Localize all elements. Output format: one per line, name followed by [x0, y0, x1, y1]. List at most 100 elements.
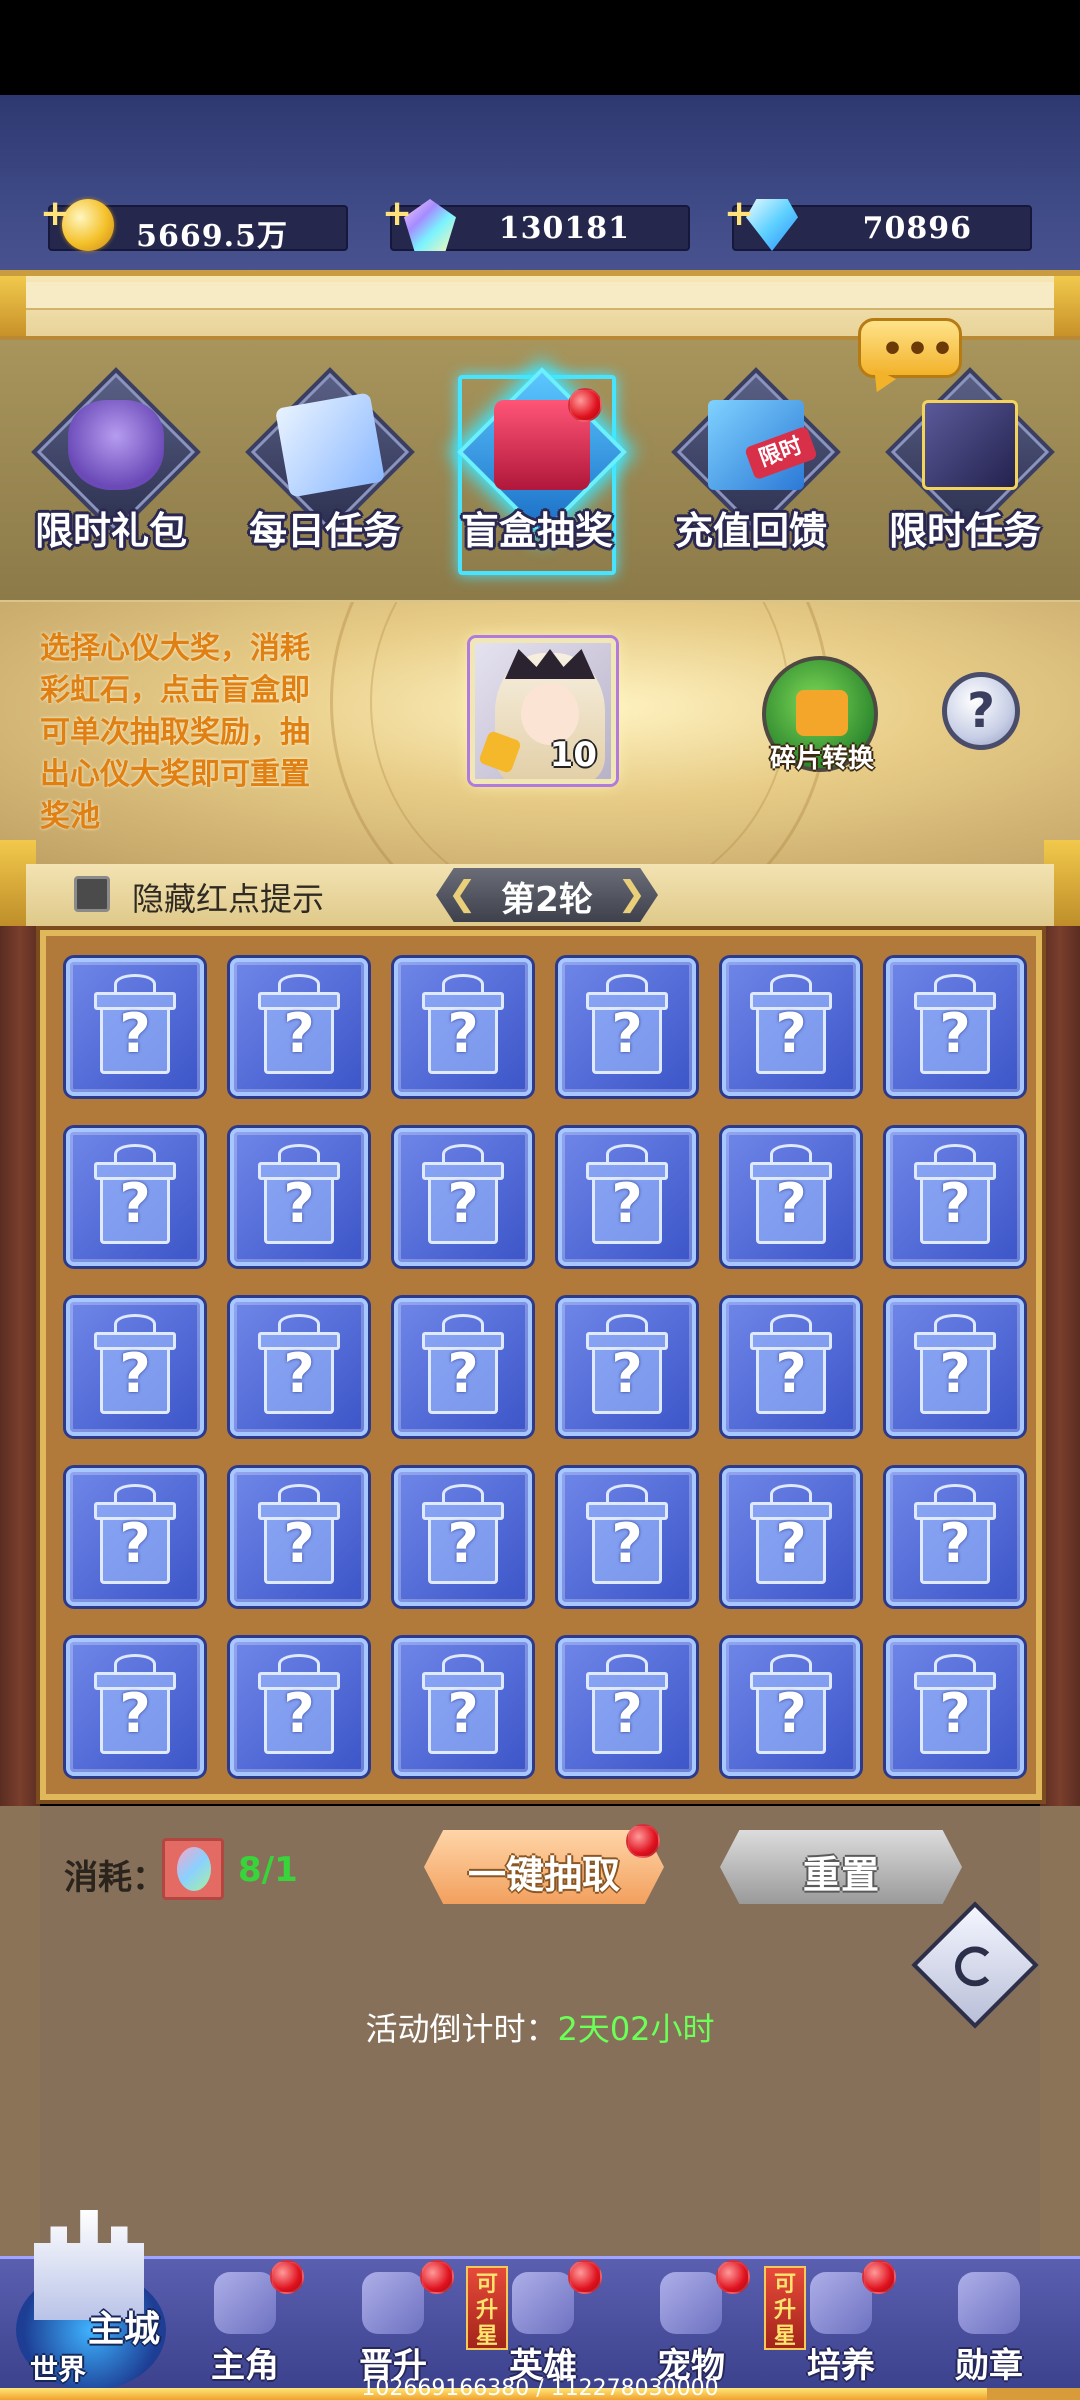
reset-button[interactable]: 重置 — [720, 1830, 962, 1904]
main-city-label: 主城 — [88, 2309, 161, 2350]
tab-daily-task[interactable]: 每日任务 — [230, 367, 420, 570]
hero-icon — [214, 2272, 276, 2334]
prize-count: 10 — [549, 735, 597, 775]
red-dot-icon — [862, 2260, 896, 2294]
tab-blind-box-lottery[interactable]: 盲盒抽奖 — [442, 367, 632, 570]
blind-box-cell[interactable]: ? — [230, 1638, 368, 1776]
gold-amount: 5669.5万 — [136, 219, 288, 254]
gift-bow-icon — [114, 1314, 156, 1334]
money-bag-icon — [68, 400, 164, 490]
question-mark-icon: ? — [283, 1342, 315, 1405]
add-blue-diamond-icon[interactable]: + — [724, 193, 754, 234]
hide-red-dot-label: 隐藏红点提示 — [132, 880, 325, 918]
question-mark-icon: ? — [775, 1342, 807, 1405]
blind-box-cell[interactable]: ? — [394, 1638, 532, 1776]
question-mark-icon: ? — [775, 1172, 807, 1235]
medal-icon — [958, 2272, 1020, 2334]
status-bar — [0, 0, 1080, 95]
red-dot-icon — [716, 2260, 750, 2294]
blind-box-cell[interactable]: ? — [722, 1128, 860, 1266]
currency-rainbow-gem[interactable]: + 130181 — [382, 193, 690, 251]
question-mark-icon: ? — [939, 1512, 971, 1575]
gift-bow-icon — [606, 1654, 648, 1674]
blind-box-cell[interactable]: ? — [394, 958, 532, 1096]
gift-bow-icon — [278, 1144, 320, 1164]
tab-label: 盲盒抽奖 — [460, 509, 613, 553]
blind-box-cell[interactable]: ? — [722, 1638, 860, 1776]
blind-box-cell[interactable]: ? — [886, 1128, 1024, 1266]
chat-dots-icon: ••• — [881, 329, 957, 370]
promotion-icon — [362, 2272, 424, 2334]
tab-limited-pack[interactable]: 限时礼包 — [16, 367, 206, 570]
rules-description: 选择心仪大奖，消耗彩虹石，点击盲盒即可单次抽取奖励，抽出心仪大奖即可重置奖池 — [40, 631, 310, 834]
gift-bow-icon — [278, 1314, 320, 1334]
blind-box-cell[interactable]: ? — [886, 1638, 1024, 1776]
blind-box-cell[interactable]: ? — [558, 1298, 696, 1436]
help-button[interactable]: ? — [942, 672, 1020, 750]
question-mark-icon: ? — [447, 1512, 479, 1575]
blind-box-cell[interactable]: ? — [722, 958, 860, 1096]
gift-bow-icon — [934, 1484, 976, 1504]
blind-box-cell[interactable]: ? — [558, 1468, 696, 1606]
question-mark-icon: ? — [119, 1682, 151, 1745]
grand-prize-card[interactable]: 10 — [470, 638, 616, 784]
add-rainbow-gem-icon[interactable]: + — [382, 193, 412, 234]
blind-box-cell[interactable]: ? — [722, 1298, 860, 1436]
blind-box-cell[interactable]: ? — [558, 1128, 696, 1266]
tab-limited-task[interactable]: 限时任务 — [870, 367, 1060, 570]
gift-bow-icon — [770, 1314, 812, 1334]
currency-blue-diamond[interactable]: + 70896 — [724, 193, 1032, 251]
gift-bow-icon — [442, 1484, 484, 1504]
upgrade-star-tag: 可升星 — [764, 2266, 806, 2350]
tab-label: 限时任务 — [888, 509, 1041, 553]
countdown-label: 活动倒计时： — [365, 2010, 558, 2048]
blind-box-cell[interactable]: ? — [230, 1128, 368, 1266]
hide-red-dot-checkbox[interactable] — [74, 876, 110, 912]
gift-bow-icon — [442, 1144, 484, 1164]
question-mark-icon: ? — [611, 1172, 643, 1235]
blind-box-cell[interactable]: ? — [394, 1128, 532, 1266]
rainbow-gem-amount: 130181 — [498, 211, 630, 246]
currency-gold[interactable]: + 5669.5万 — [40, 193, 348, 254]
blue-diamond-amount: 70896 — [862, 211, 972, 246]
blind-box-cell[interactable]: ? — [886, 1298, 1024, 1436]
blind-box-cell[interactable]: ? — [558, 958, 696, 1096]
blind-box-cell[interactable]: ? — [66, 1298, 204, 1436]
tab-recharge-reward[interactable]: 限时 充值回馈 — [656, 367, 846, 570]
blind-box-cell[interactable]: ? — [886, 1468, 1024, 1606]
gift-bow-icon — [442, 1314, 484, 1334]
puzzle-piece-icon — [796, 690, 848, 736]
question-mark-icon: ? — [939, 1342, 971, 1405]
chat-bubble-button[interactable]: ••• — [858, 318, 962, 378]
gift-bow-icon — [606, 1144, 648, 1164]
blind-box-cell[interactable]: ? — [886, 958, 1024, 1096]
add-gold-icon[interactable]: + — [40, 193, 70, 234]
question-mark-icon: ? — [611, 1512, 643, 1575]
blind-box-cell[interactable]: ? — [66, 1128, 204, 1266]
tab-label: 每日任务 — [248, 509, 401, 553]
question-mark-icon: ? — [775, 1512, 807, 1575]
gift-bow-icon — [114, 974, 156, 994]
blind-box-cell[interactable]: ? — [558, 1638, 696, 1776]
blind-box-cell[interactable]: ? — [722, 1468, 860, 1606]
gift-bow-icon — [606, 1484, 648, 1504]
question-mark-icon: ? — [967, 683, 995, 739]
red-dot-icon — [420, 2260, 454, 2294]
blind-box-cell[interactable]: ? — [66, 1468, 204, 1606]
blind-box-cell[interactable]: ? — [230, 958, 368, 1096]
blind-box-cell[interactable]: ? — [230, 1298, 368, 1436]
gift-bow-icon — [934, 1144, 976, 1164]
activity-countdown: 活动倒计时：2天02小时 — [0, 2004, 1080, 2050]
cost-value: 8/1 — [238, 1850, 298, 1890]
blind-box-cell[interactable]: ? — [66, 1638, 204, 1776]
magic-book-icon — [922, 400, 1018, 490]
blind-box-cell[interactable]: ? — [394, 1468, 532, 1606]
main-city-button[interactable]: 主城 世界 — [10, 2200, 170, 2390]
blind-box-cell[interactable]: ? — [230, 1468, 368, 1606]
gift-bow-icon — [278, 974, 320, 994]
blind-box-cell[interactable]: ? — [394, 1298, 532, 1436]
blind-box-cell[interactable]: ? — [66, 958, 204, 1096]
countdown-value: 2天02小时 — [557, 2010, 715, 2048]
question-mark-icon: ? — [283, 1172, 315, 1235]
question-mark-icon: ? — [611, 1682, 643, 1745]
